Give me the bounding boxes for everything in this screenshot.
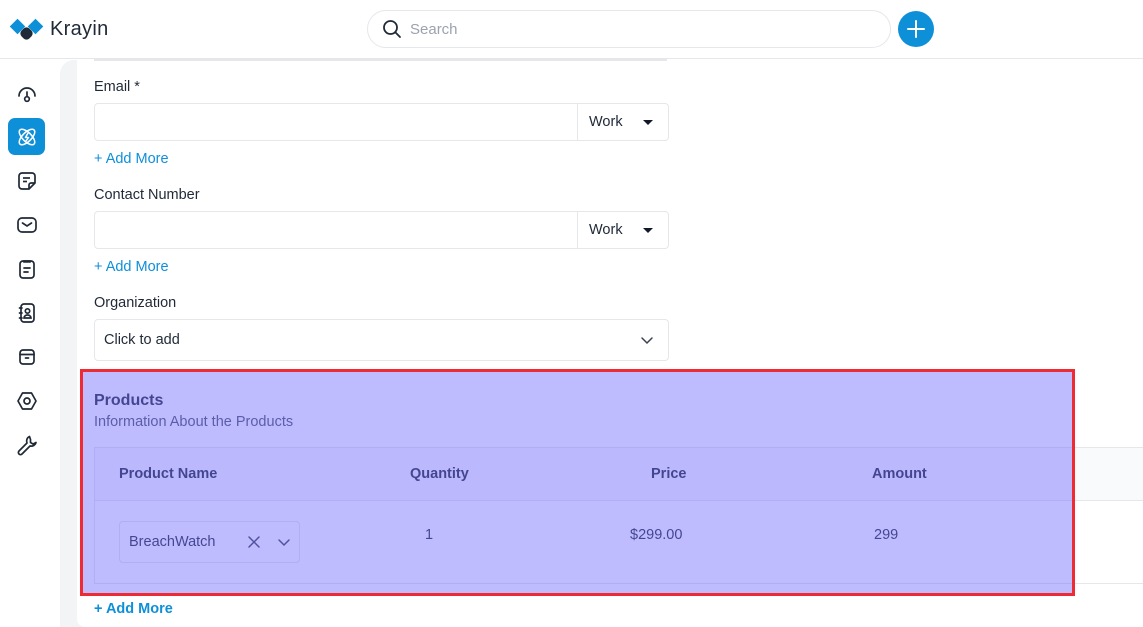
app-logo[interactable]: Krayin xyxy=(10,17,109,41)
sidebar-item-configuration[interactable] xyxy=(8,426,45,463)
plus-icon xyxy=(907,20,925,38)
product-dropdown-toggle[interactable] xyxy=(269,535,299,549)
sidebar-item-quotes[interactable] xyxy=(8,162,45,199)
search-input[interactable] xyxy=(410,20,850,38)
sidebar-item-dashboard[interactable] xyxy=(8,74,45,111)
email-type-value: Work xyxy=(589,114,623,130)
email-field-group: Work xyxy=(94,103,669,141)
contact-number-label: Contact Number xyxy=(94,187,200,203)
clear-product-button[interactable] xyxy=(239,535,269,549)
sidebar-item-contacts[interactable] xyxy=(8,294,45,331)
close-icon xyxy=(248,536,260,548)
wrench-icon xyxy=(17,435,37,455)
sidebar-item-leads[interactable] xyxy=(8,118,45,155)
sidebar-item-activities[interactable] xyxy=(8,250,45,287)
contact-number-add-more-link[interactable]: + Add More xyxy=(94,259,169,275)
products-section-title: Products xyxy=(94,392,164,409)
products-table: Product Name Quantity Price Amount Breac… xyxy=(94,447,1143,584)
divider xyxy=(94,59,667,61)
email-add-more-link[interactable]: + Add More xyxy=(94,151,169,167)
clipboard-icon xyxy=(18,259,35,279)
price-cell[interactable]: $299.00 xyxy=(630,527,682,543)
contact-number-input[interactable] xyxy=(95,212,577,248)
top-bar: Krayin xyxy=(0,0,1143,59)
products-table-header: Product Name Quantity Price Amount xyxy=(95,448,1143,501)
sticky-note-icon xyxy=(17,171,36,190)
contact-number-type-value: Work xyxy=(589,222,623,238)
organization-placeholder: Click to add xyxy=(104,332,180,348)
archive-box-icon xyxy=(18,348,35,365)
chevron-down-icon xyxy=(278,539,290,547)
sidebar-item-products[interactable] xyxy=(8,338,45,375)
search-bar[interactable] xyxy=(367,10,891,48)
krayin-logo-icon xyxy=(10,18,44,40)
email-label: Email * xyxy=(94,79,140,95)
column-header-quantity: Quantity xyxy=(410,466,469,482)
caret-down-icon xyxy=(642,119,653,125)
column-header-amount: Amount xyxy=(872,466,927,482)
products-section-subtitle: Information About the Products xyxy=(94,414,294,430)
search-icon xyxy=(383,20,401,38)
column-header-price: Price xyxy=(651,466,687,482)
contact-number-field-group: Work xyxy=(94,211,669,249)
organization-label: Organization xyxy=(94,295,177,311)
email-type-select[interactable]: Work xyxy=(577,104,668,140)
quantity-cell[interactable]: 1 xyxy=(425,527,433,543)
amount-cell: 299 xyxy=(874,527,899,543)
contact-number-type-select[interactable]: Work xyxy=(577,212,668,248)
organization-select[interactable]: Click to add xyxy=(94,319,669,361)
email-input[interactable] xyxy=(95,104,577,140)
sidebar-item-settings[interactable] xyxy=(8,382,45,419)
product-select[interactable]: BreachWatch xyxy=(119,521,300,563)
products-add-more-link[interactable]: + Add More xyxy=(94,601,173,617)
quick-add-button[interactable] xyxy=(898,11,934,47)
chevron-down-icon xyxy=(641,337,653,345)
mail-icon xyxy=(16,216,37,233)
atom-bolt-icon xyxy=(17,127,36,146)
gauge-icon xyxy=(17,86,36,102)
caret-down-icon xyxy=(642,227,653,233)
product-select-value: BreachWatch xyxy=(129,534,216,550)
app-name: Krayin xyxy=(50,17,109,40)
sidebar xyxy=(0,60,60,627)
hex-nut-icon xyxy=(16,391,37,410)
sidebar-item-mail[interactable] xyxy=(8,206,45,243)
column-header-product-name: Product Name xyxy=(119,466,218,482)
address-book-icon xyxy=(18,302,35,323)
